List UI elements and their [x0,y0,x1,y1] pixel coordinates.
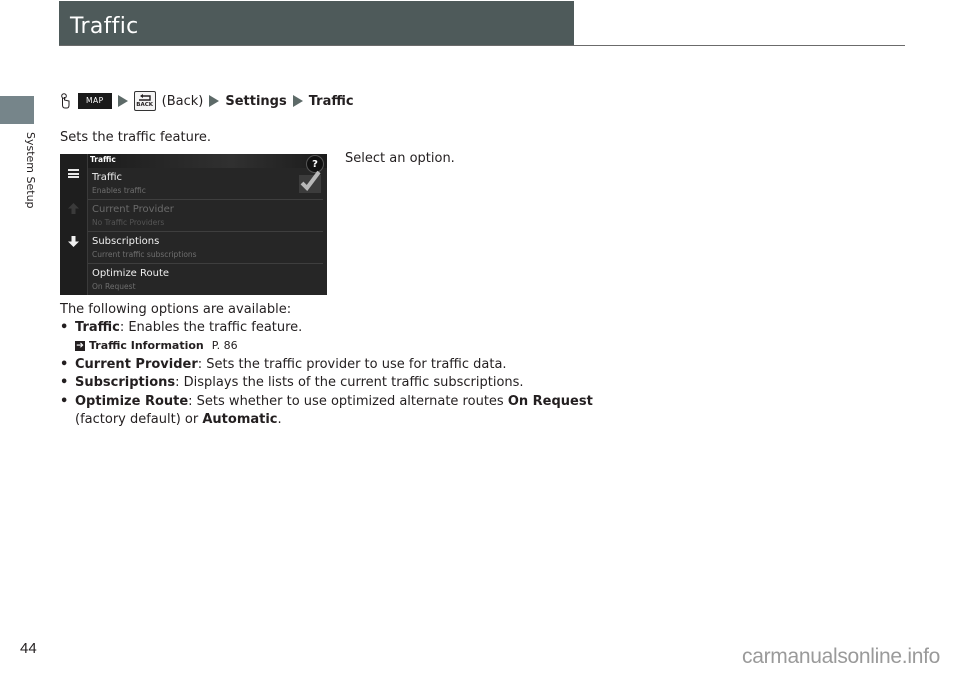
breadcrumb: MAP BACK (Back) Settings Traffic [60,91,354,111]
row-subtitle: Current traffic subscriptions [92,250,197,259]
reference-arrow-icon: ➔ [75,340,85,351]
section-title-bar: Traffic [59,1,574,45]
title-divider [59,45,905,46]
right-triangle-icon [117,95,128,107]
bullet-icon: • [60,357,69,372]
screen-title: Traffic [90,155,116,164]
bullet-icon: • [60,375,69,390]
option-item: • Current Provider: Sets the traffic prov… [60,357,507,372]
right-triangle-icon [292,95,303,107]
row-title: Subscriptions [92,236,160,247]
up-arrow-icon[interactable] [68,203,79,214]
row-title: Optimize Route [92,268,170,279]
row-title: Traffic [92,172,123,183]
option-row-current-provider[interactable]: Current Provider No Traffic Providers [88,200,323,232]
back-label: (Back) [161,93,204,109]
page-title: Traffic [70,14,139,39]
option-item-continued: (factory default) or Automatic. [75,412,282,427]
hand-press-icon [61,93,70,109]
device-screenshot: Traffic ? Traffic Enables traffic Curren… [60,154,327,295]
menu-icon[interactable] [68,169,79,178]
map-button-icon: MAP [78,93,112,109]
breadcrumb-traffic: Traffic [308,93,354,109]
option-item: • Subscriptions: Displays the lists of th… [60,375,524,390]
option-item: • Optimize Route: Sets whether to use opt… [60,394,593,409]
checkmark-icon [300,170,321,191]
bullet-icon: • [60,394,69,409]
row-subtitle: Enables traffic [92,186,146,195]
breadcrumb-settings: Settings [225,93,287,109]
watermark: carmanualsonline.info [742,645,940,668]
screen-header [88,154,327,168]
option-item: • Traffic: Enables the traffic feature. [60,320,303,335]
row-subtitle: No Traffic Providers [92,218,165,227]
intro-text: Sets the traffic feature. [60,130,212,145]
chapter-label: System Setup [24,132,37,209]
option-row-subscriptions[interactable]: Subscriptions Current traffic subscripti… [88,232,323,264]
row-subtitle: On Request [92,282,136,291]
option-row-optimize-route[interactable]: Optimize Route On Request [88,264,323,295]
cross-reference[interactable]: ➔ Traffic Information P. 86 [75,339,238,352]
page-number: 44 [20,640,37,657]
back-arrow-icon [138,94,151,101]
option-row-traffic[interactable]: Traffic Enables traffic [88,168,323,200]
chapter-tab [0,96,34,124]
instruction-text: Select an option. [345,151,455,166]
reference-label[interactable]: Traffic Information [89,339,204,352]
reference-page: P. 86 [211,339,238,352]
bullet-icon: • [60,320,69,335]
back-button-icon: BACK [133,91,156,111]
down-arrow-icon[interactable] [68,236,79,247]
traffic-checkbox[interactable] [299,170,321,193]
right-triangle-icon [209,95,220,107]
options-heading: The following options are available: [60,302,292,317]
row-title: Current Provider [92,204,174,215]
